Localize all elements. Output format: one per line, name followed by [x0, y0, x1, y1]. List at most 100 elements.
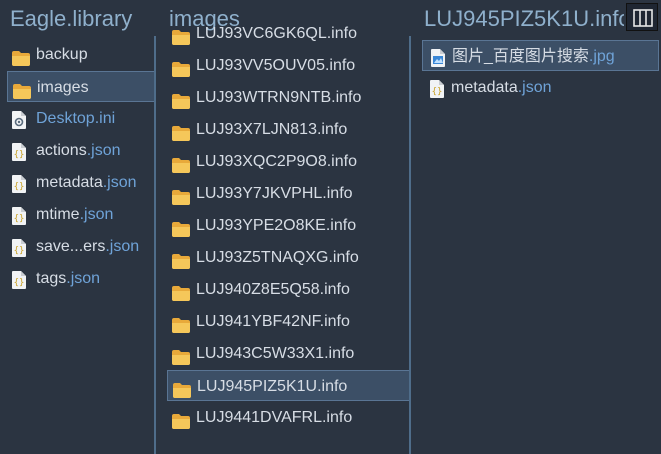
list-item[interactable]: {} metadata.json — [7, 167, 155, 198]
item-name: metadata — [36, 174, 103, 191]
list-item[interactable]: LUJ93VC6GK6QL.info — [167, 18, 410, 49]
item-label: Desktop.ini — [36, 103, 115, 134]
folder-icon — [172, 217, 190, 241]
item-name: LUJ93Z5TNAQXG.info — [196, 249, 359, 266]
item-extension: .json — [102, 174, 137, 191]
list-item[interactable]: LUJ940Z8E5Q58.info — [167, 274, 410, 305]
json-file-icon: {} — [12, 239, 26, 257]
json-file-icon: {} — [12, 269, 26, 294]
folder-icon — [13, 79, 31, 101]
folder-icon — [172, 254, 190, 269]
item-label: LUJ943C5W33X1.info — [196, 338, 354, 369]
folder-icon — [172, 57, 190, 81]
json-file-icon: {} — [12, 207, 26, 225]
folder-icon — [172, 222, 190, 237]
svg-text:{}: {} — [14, 246, 25, 256]
item-label: LUJ93WTRN9NTB.info — [196, 82, 361, 113]
folder-icon — [172, 62, 190, 77]
item-name: LUJ93VC6GK6QL.info — [196, 25, 357, 42]
item-name: images — [37, 79, 89, 96]
json-file-icon: {} — [12, 141, 26, 166]
folder-icon — [172, 409, 190, 433]
item-name: Desktop.ini — [36, 110, 116, 127]
item-name: LUJ93YPE2O8KE.info — [196, 217, 357, 234]
item-name: LUJ940Z8E5Q58.info — [196, 281, 350, 298]
item-name: actions — [36, 142, 87, 159]
svg-text:{}: {} — [14, 278, 25, 288]
folder-icon — [172, 158, 190, 173]
list-item[interactable]: Desktop.ini — [7, 103, 155, 134]
list-item[interactable]: {} mtime.json — [7, 199, 155, 230]
list-item[interactable]: backup — [7, 39, 155, 70]
folder-icon — [172, 313, 190, 337]
list-item-selected[interactable]: images — [7, 71, 155, 102]
item-name: LUJ93VV5OUV05.info — [196, 57, 356, 74]
folder-icon — [172, 345, 190, 369]
column-divider[interactable] — [154, 36, 156, 454]
list-item[interactable]: {} actions.json — [7, 135, 155, 166]
folder-icon — [172, 25, 190, 49]
item-label: LUJ93XQC2P9O8.info — [196, 146, 357, 177]
list-item[interactable]: LUJ93X7LJN813.info — [167, 114, 410, 145]
item-extension: .json — [79, 206, 114, 223]
item-name: LUJ93XQC2P9O8.info — [196, 153, 357, 170]
list-item-selected[interactable]: 图片_百度图片搜索.jpg — [422, 40, 659, 71]
column-title: LUJ945PIZ5K1U.info — [424, 6, 624, 31]
column-images: images LUJ93VC6GK6QL.info LUJ93VV5OUV05.i… — [157, 0, 410, 454]
item-label: tags.json — [36, 263, 100, 294]
item-name: LUJ943C5W33X1.info — [196, 345, 355, 362]
json-file-icon: {} — [12, 143, 26, 161]
item-label: metadata.json — [36, 167, 137, 198]
item-label: LUJ93VV5OUV05.info — [196, 50, 355, 81]
pane-toggle-button[interactable] — [626, 3, 658, 31]
list-item-selected[interactable]: LUJ945PIZ5K1U.info — [167, 370, 410, 401]
item-label: LUJ9441DVAFRL.info — [196, 402, 352, 433]
json-file-icon: {} — [12, 205, 26, 230]
item-label: mtime.json — [36, 199, 113, 230]
list-item[interactable]: LUJ943C5W33X1.info — [167, 338, 410, 369]
folder-icon — [13, 84, 31, 99]
list-item[interactable]: LUJ93XQC2P9O8.info — [167, 146, 410, 177]
item-extension: .json — [517, 79, 552, 96]
list-item[interactable]: LUJ93WTRN9NTB.info — [167, 82, 410, 113]
json-file-icon: {} — [12, 173, 26, 198]
folder-icon — [172, 185, 190, 209]
json-file-icon: {} — [430, 78, 444, 103]
settings-file-icon — [12, 109, 26, 134]
item-extension: .json — [66, 270, 101, 287]
list-item[interactable]: LUJ93Y7JKVPHL.info — [167, 178, 410, 209]
folder-icon — [172, 350, 190, 365]
item-extension: .jpg — [588, 48, 615, 65]
column-title: Eagle.library — [10, 6, 133, 31]
list-item[interactable]: LUJ941YBF42NF.info — [167, 306, 410, 337]
item-name: mtime — [36, 206, 80, 223]
list-item[interactable]: {} save...ers.json — [7, 231, 155, 262]
item-name: metadata — [451, 79, 518, 96]
item-name: LUJ945PIZ5K1U.info — [197, 378, 348, 395]
image-file-icon — [431, 49, 445, 67]
image-file-icon — [431, 47, 445, 70]
list-item[interactable]: LUJ93Z5TNAQXG.info — [167, 242, 410, 273]
folder-icon — [172, 30, 190, 45]
list-item[interactable]: {} tags.json — [7, 263, 155, 294]
column-divider[interactable] — [409, 36, 411, 454]
list-item[interactable]: LUJ93YPE2O8KE.info — [167, 210, 410, 241]
folder-icon — [172, 126, 190, 141]
item-label: LUJ93Z5TNAQXG.info — [196, 242, 359, 273]
folder-icon — [173, 383, 191, 398]
item-name: 图片_百度图片搜索 — [452, 48, 589, 65]
item-label: LUJ941YBF42NF.info — [196, 306, 350, 337]
item-name: LUJ93X7LJN813.info — [196, 121, 348, 138]
item-label: save...ers.json — [36, 231, 139, 262]
settings-file-icon — [12, 111, 26, 129]
item-label: LUJ93Y7JKVPHL.info — [196, 178, 353, 209]
list-item[interactable]: LUJ93VV5OUV05.info — [167, 50, 410, 81]
item-name: backup — [36, 46, 88, 63]
list-item[interactable]: {} metadata.json — [422, 72, 659, 103]
item-label: LUJ93X7LJN813.info — [196, 114, 347, 145]
item-name: LUJ93Y7JKVPHL.info — [196, 185, 353, 202]
list-item[interactable]: LUJ9441DVAFRL.info — [167, 402, 410, 433]
item-name: save...ers — [36, 238, 106, 255]
item-label: LUJ945PIZ5K1U.info — [197, 371, 348, 400]
item-label: LUJ940Z8E5Q58.info — [196, 274, 350, 305]
